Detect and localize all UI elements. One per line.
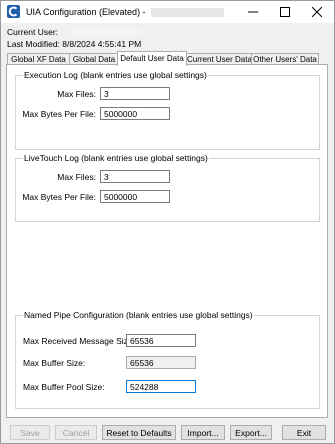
title-bar[interactable]: UIA Configuration (Elevated) - xyxy=(1,1,334,23)
named-pipe-group: Named Pipe Configuration (blank entries … xyxy=(15,310,320,409)
minimize-button[interactable] xyxy=(237,1,269,23)
exec-max-bytes-label: Max Bytes Per File: xyxy=(22,109,96,119)
execution-log-title: Execution Log (blank entries use global … xyxy=(23,70,208,80)
import-button[interactable]: Import... xyxy=(181,425,225,440)
save-button[interactable]: Save xyxy=(10,425,50,440)
named-pipe-title: Named Pipe Configuration (blank entries … xyxy=(23,310,254,320)
execution-log-group: Execution Log (blank entries use global … xyxy=(15,70,320,150)
default-user-data-panel: Execution Log (blank entries use global … xyxy=(6,64,328,418)
max-received-message-size-label: Max Received Message Size: xyxy=(23,336,135,346)
max-received-message-size-input[interactable]: 65536 xyxy=(126,334,196,347)
reset-to-defaults-button[interactable]: Reset to Defaults xyxy=(102,425,176,440)
current-user-label: Current User: xyxy=(7,27,59,37)
window-title: UIA Configuration (Elevated) - xyxy=(26,7,146,17)
livetouch-log-title: LiveTouch Log (blank entries use global … xyxy=(23,153,209,163)
livetouch-max-bytes-input[interactable]: 5000000 xyxy=(100,190,170,203)
close-button[interactable] xyxy=(301,1,333,23)
redacted-title-suffix xyxy=(151,8,224,17)
max-buffer-size-label: Max Buffer Size: xyxy=(23,358,86,368)
tab-default-user-data[interactable]: Default User Data xyxy=(117,51,187,66)
max-buffer-pool-size-input[interactable]: 524288 xyxy=(126,380,196,393)
livetouch-max-files-label: Max Files: xyxy=(57,172,96,182)
tab-strip: Global XF Data Global Data Default User … xyxy=(6,51,326,66)
exec-max-files-label: Max Files: xyxy=(57,89,96,99)
last-modified-text: Last Modified: 8/8/2024 4:55:41 PM xyxy=(7,39,142,49)
cancel-button[interactable]: Cancel xyxy=(55,425,97,440)
max-buffer-pool-size-label: Max Buffer Pool Size: xyxy=(23,382,105,392)
uia-configuration-window: UIA Configuration (Elevated) - Current U… xyxy=(0,0,335,444)
maximize-button[interactable] xyxy=(269,1,301,23)
exec-max-bytes-input[interactable]: 5000000 xyxy=(100,107,170,120)
minimize-icon xyxy=(248,11,258,13)
maximize-icon xyxy=(280,7,290,17)
max-buffer-size-input[interactable]: 65536 xyxy=(126,356,196,369)
livetouch-log-group: LiveTouch Log (blank entries use global … xyxy=(15,153,320,222)
close-icon xyxy=(312,7,322,17)
export-button[interactable]: Export... xyxy=(230,425,272,440)
app-icon xyxy=(7,5,20,18)
exit-button[interactable]: Exit xyxy=(282,425,326,440)
redacted-user-name xyxy=(69,28,141,36)
livetouch-max-files-input[interactable]: 3 xyxy=(100,170,170,183)
livetouch-max-bytes-label: Max Bytes Per File: xyxy=(22,192,96,202)
exec-max-files-input[interactable]: 3 xyxy=(100,87,170,100)
